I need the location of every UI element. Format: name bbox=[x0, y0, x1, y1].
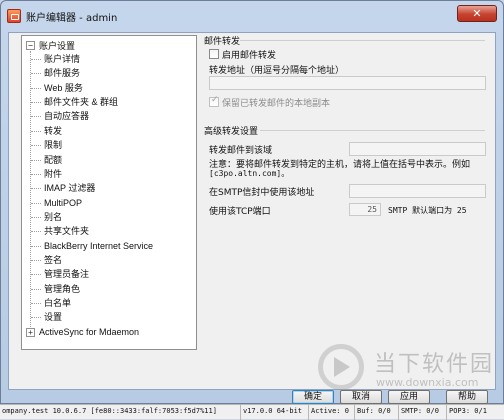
forward-domain-input[interactable] bbox=[349, 142, 486, 156]
collapse-icon[interactable]: − bbox=[26, 40, 35, 50]
keep-local-copy-label: 保留已转发邮件的本地副本 bbox=[222, 99, 331, 109]
tree-item[interactable]: 共享文件夹 bbox=[30, 225, 89, 238]
tree-item[interactable]: MultiPOP bbox=[30, 197, 82, 210]
window-title: 账户编辑器 - admin bbox=[26, 12, 118, 24]
status-version: v17.0.0 64-bit bbox=[240, 405, 308, 420]
expand-icon[interactable]: + bbox=[26, 327, 35, 337]
tree-item[interactable]: 邮件文件夹 & 群组 bbox=[30, 96, 118, 109]
tcp-port-input[interactable]: 25 bbox=[349, 203, 381, 216]
smtp-envelope-input[interactable] bbox=[349, 184, 486, 198]
tree-node-activesync[interactable]: + ActiveSync for Mdaemon bbox=[26, 326, 139, 338]
tree-item[interactable]: 邮件服务 bbox=[30, 67, 80, 80]
note-text-line2: [c3po.altn.com]。 bbox=[209, 169, 290, 178]
tree-item[interactable]: BlackBerry Internet Service bbox=[30, 240, 153, 253]
advanced-group-line bbox=[260, 130, 485, 131]
status-active: Active: 0 bbox=[308, 405, 354, 420]
status-bar: ompany.test 10.0.6.7 [fe80::3433:falf:70… bbox=[0, 404, 504, 420]
ok-button[interactable]: 确定 bbox=[292, 390, 334, 404]
enable-forwarding-label: 启用邮件转发 bbox=[222, 51, 277, 61]
tree-item[interactable]: 转发 bbox=[30, 125, 62, 138]
status-buf: Buf: 0/0 bbox=[354, 405, 398, 420]
tree-item[interactable]: 别名 bbox=[30, 211, 62, 224]
tcp-port-label: 使用该TCP端口 bbox=[209, 207, 271, 217]
tree-root-account-settings[interactable]: − 账户设置 bbox=[26, 39, 75, 51]
forwarding-group-line bbox=[240, 40, 485, 41]
tree-root-label: 账户设置 bbox=[39, 40, 76, 51]
status-pop3: POP3: 0/1 bbox=[446, 405, 504, 420]
status-smtp: SMTP: 0/0 bbox=[398, 405, 446, 420]
watermark-brand: 当下软件园 bbox=[374, 352, 495, 377]
forward-address-label: 转发地址（用逗号分隔每个地址） bbox=[209, 66, 345, 76]
tree-item[interactable]: 管理角色 bbox=[30, 283, 80, 296]
app-icon bbox=[7, 9, 21, 23]
title-bar[interactable]: 账户编辑器 - admin ✕ bbox=[1, 1, 503, 31]
tree-item[interactable]: 配额 bbox=[30, 154, 62, 167]
forward-address-input[interactable] bbox=[209, 76, 486, 90]
help-button[interactable]: 帮助 bbox=[446, 390, 488, 404]
tree-item[interactable]: 限制 bbox=[30, 139, 62, 152]
tree-item[interactable]: 自动应答器 bbox=[30, 110, 89, 123]
close-button[interactable]: ✕ bbox=[457, 5, 497, 22]
status-host: ompany.test 10.0.6.7 [fe80::3433:falf:70… bbox=[2, 407, 217, 415]
smtp-default-port-note: SMTP 默认端口为 25 bbox=[388, 206, 467, 215]
enable-forwarding-checkbox[interactable] bbox=[209, 49, 219, 59]
apply-button[interactable]: 应用 bbox=[388, 390, 430, 404]
tree-node-activesync-label: ActiveSync for Mdaemon bbox=[39, 327, 140, 337]
forward-domain-label: 转发邮件到该域 bbox=[209, 146, 273, 156]
tree-item[interactable]: IMAP 过滤器 bbox=[30, 182, 95, 195]
tree-item[interactable]: Web 服务 bbox=[31, 82, 83, 95]
forwarding-section-title: 邮件转发 bbox=[204, 37, 241, 47]
cancel-button[interactable]: 取消 bbox=[340, 390, 382, 404]
tree-item[interactable]: 签名 bbox=[30, 254, 62, 267]
watermark-logo-icon bbox=[318, 344, 364, 390]
tree-item[interactable]: 账户详情 bbox=[30, 53, 80, 66]
tree-item[interactable]: 设置 bbox=[30, 311, 62, 324]
settings-tree[interactable]: − 账户设置 账户详情 邮件服务 Web 服务 邮件文件夹 & 群组 自动应答器转发 限制… bbox=[21, 35, 197, 350]
watermark-url: www.downxia.com bbox=[376, 376, 479, 389]
tree-item[interactable]: 附件 bbox=[30, 168, 62, 181]
smtp-envelope-label: 在SMTP信封中使用该地址 bbox=[209, 188, 315, 198]
tree-item[interactable]: 管理员备注 bbox=[30, 268, 89, 281]
tree-item[interactable]: 白名单 bbox=[30, 297, 71, 310]
tree-connector-line bbox=[30, 51, 31, 333]
advanced-section-title: 高级转发设置 bbox=[204, 127, 259, 137]
keep-local-copy-checkbox[interactable] bbox=[209, 95, 219, 107]
